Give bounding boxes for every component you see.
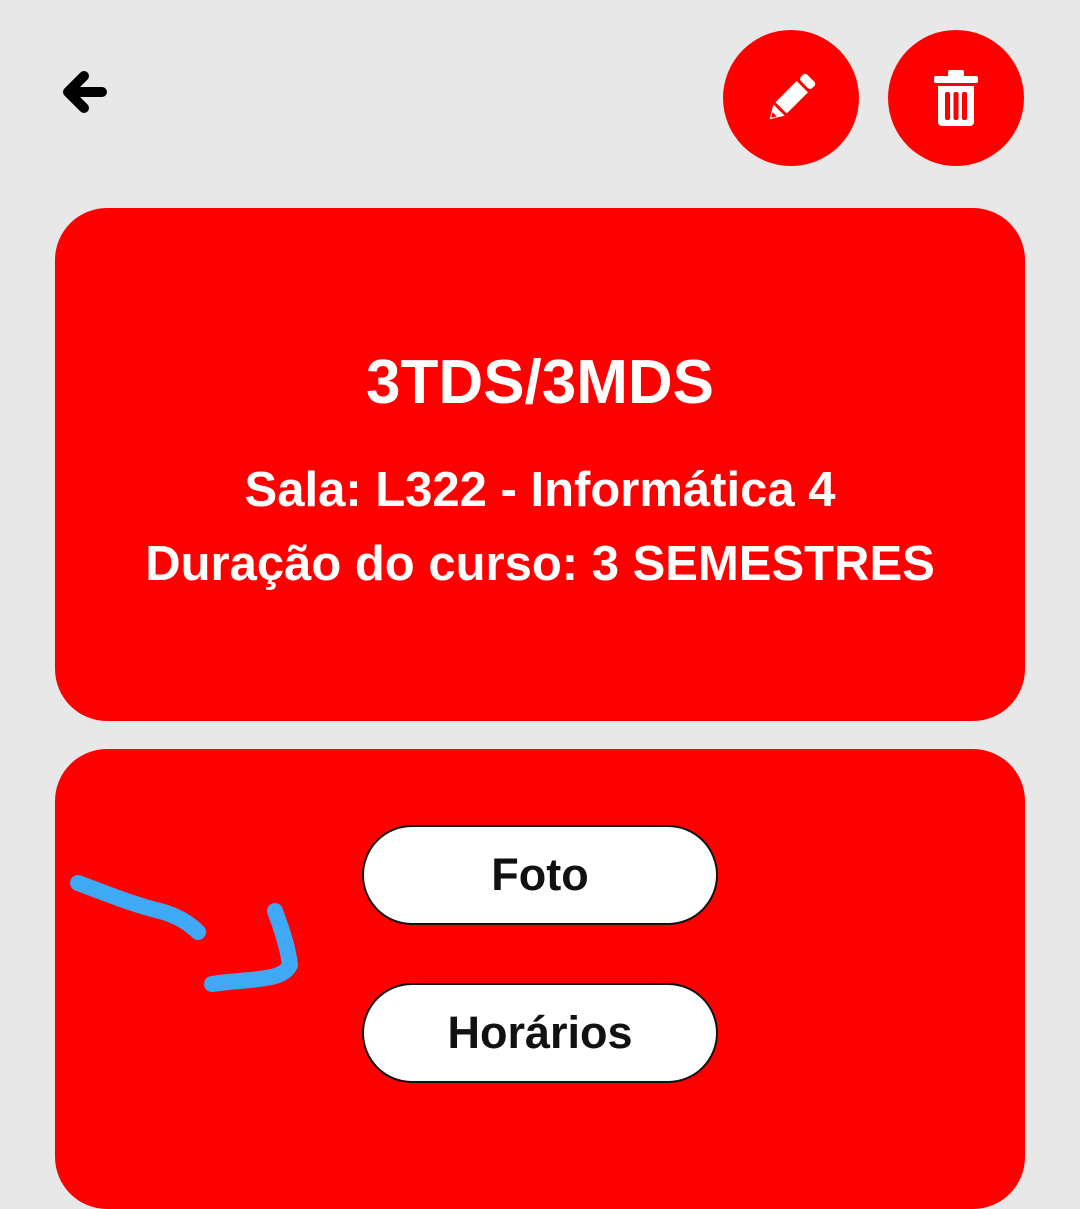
back-button[interactable] [48, 56, 120, 128]
course-room: Sala: L322 - Informática 4 [244, 463, 836, 517]
arrow-left-icon [63, 71, 107, 113]
course-actions-card: Foto Horários [55, 749, 1025, 1209]
course-info-card: 3TDS/3MDS Sala: L322 - Informática 4 Dur… [55, 208, 1025, 721]
course-title: 3TDS/3MDS [366, 348, 714, 417]
trash-icon [934, 70, 978, 126]
course-duration: Duração do curso: 3 SEMESTRES [145, 537, 935, 591]
schedule-button[interactable]: Horários [362, 983, 718, 1083]
delete-button[interactable] [888, 30, 1024, 166]
edit-button[interactable] [723, 30, 859, 166]
pencil-icon [769, 73, 816, 120]
photo-button[interactable]: Foto [362, 825, 718, 925]
